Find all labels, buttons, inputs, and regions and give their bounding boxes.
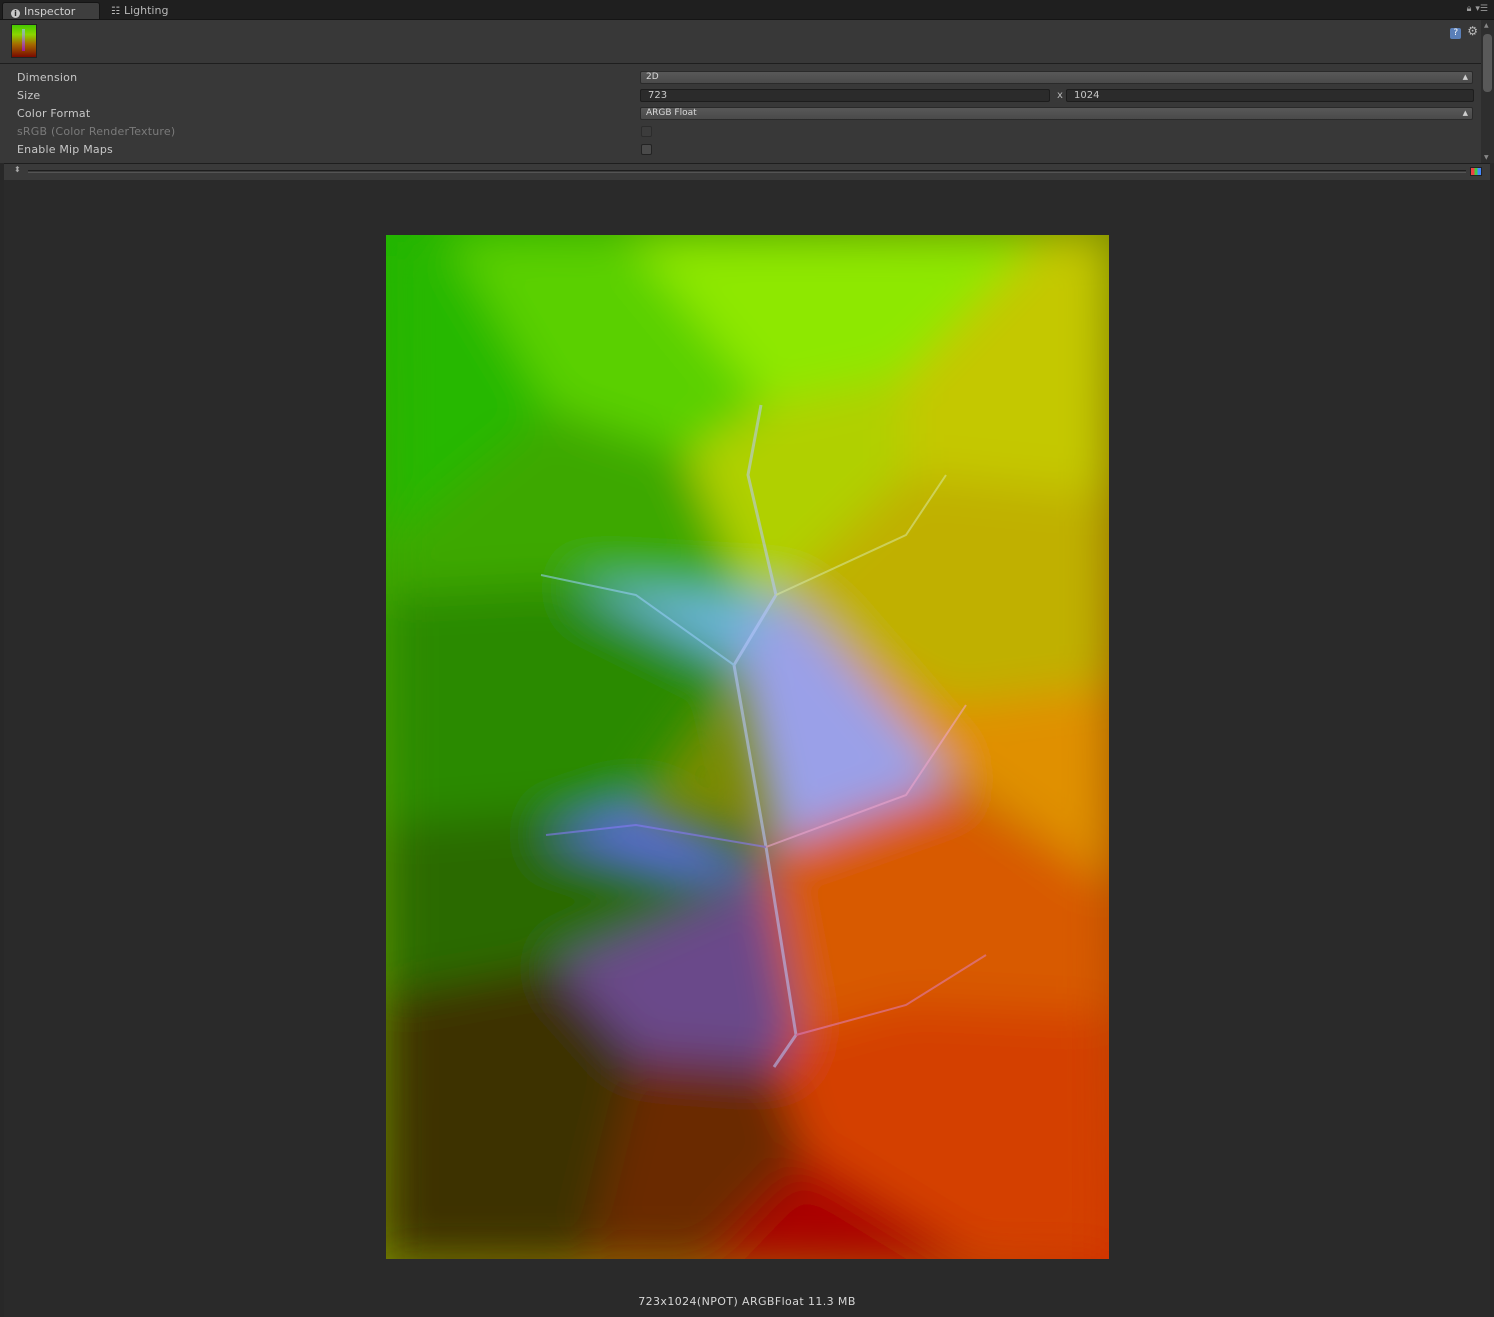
dimension-dropdown[interactable]: 2D ▲	[640, 71, 1473, 84]
header-icons: ? ⚙	[1450, 24, 1478, 39]
asset-thumbnail	[11, 24, 37, 58]
tab-controls: 🔒︎ ▾☰	[1463, 4, 1488, 14]
dimension-label: Dimension	[17, 71, 78, 84]
row-color-format: Color Format ARGB Float ▲	[0, 104, 1481, 122]
tab-inspector[interactable]: i Inspector	[2, 2, 100, 19]
size-width-field[interactable]: 723	[640, 89, 1050, 102]
scroll-up-icon[interactable]: ▲	[1484, 22, 1489, 29]
inspector-header: ? ⚙	[0, 20, 1494, 64]
color-channel-icon[interactable]	[1470, 167, 1482, 176]
tab-lighting-label: Lighting	[123, 4, 169, 17]
size-separator: x	[1057, 90, 1063, 101]
scroll-down-icon[interactable]: ▼	[1484, 154, 1489, 161]
chevron-updown-icon: ▲	[1462, 73, 1468, 81]
chevron-updown-icon: ▲	[1462, 109, 1468, 117]
info-icon: i	[11, 9, 20, 18]
divider-line	[28, 170, 1466, 171]
color-format-dropdown[interactable]: ARGB Float ▲	[640, 107, 1473, 120]
menu-icon[interactable]: ▾☰	[1475, 4, 1488, 14]
srgb-checkbox	[641, 126, 652, 137]
size-height-field[interactable]: 1024	[1066, 89, 1474, 102]
color-format-value: ARGB Float	[646, 108, 697, 118]
drag-handle-icon[interactable]: ⬍	[14, 165, 21, 174]
gear-icon[interactable]: ⚙	[1467, 24, 1478, 38]
lighting-icon: ☷	[111, 6, 120, 17]
mipmaps-checkbox[interactable]	[641, 144, 652, 155]
properties-panel: Dimension 2D ▲ Size 723 x 1024 Color For…	[0, 64, 1481, 163]
row-dimension: Dimension 2D ▲	[0, 68, 1481, 86]
srgb-label: sRGB (Color RenderTexture)	[17, 125, 176, 138]
window-tab-bar: i Inspector ☷ Lighting 🔒︎ ▾☰	[0, 0, 1494, 20]
size-label: Size	[17, 89, 41, 102]
scroll-thumb[interactable]	[1483, 34, 1492, 92]
help-icon[interactable]: ?	[1450, 28, 1462, 39]
row-size: Size 723 x 1024	[0, 86, 1481, 104]
preview-divider[interactable]: ⬍	[4, 163, 1490, 181]
size-height-value: 1024	[1074, 90, 1100, 101]
tab-lighting[interactable]: ☷ Lighting	[103, 2, 193, 19]
inspector-scrollbar[interactable]: ▲ ▼	[1481, 20, 1494, 163]
row-mipmaps: Enable Mip Maps	[0, 140, 1481, 158]
row-srgb: sRGB (Color RenderTexture)	[0, 122, 1481, 140]
texture-preview	[386, 235, 1109, 1259]
color-format-label: Color Format	[17, 107, 91, 120]
tab-inspector-label: Inspector	[24, 5, 76, 18]
divider-line	[28, 172, 1466, 173]
mipmaps-label: Enable Mip Maps	[17, 143, 113, 156]
size-width-value: 723	[648, 90, 668, 101]
texture-info-label: 723x1024(NPOT) ARGBFloat 11.3 MB	[638, 1295, 856, 1308]
dimension-value: 2D	[646, 72, 659, 82]
lock-icon[interactable]: 🔒︎	[1467, 4, 1472, 14]
